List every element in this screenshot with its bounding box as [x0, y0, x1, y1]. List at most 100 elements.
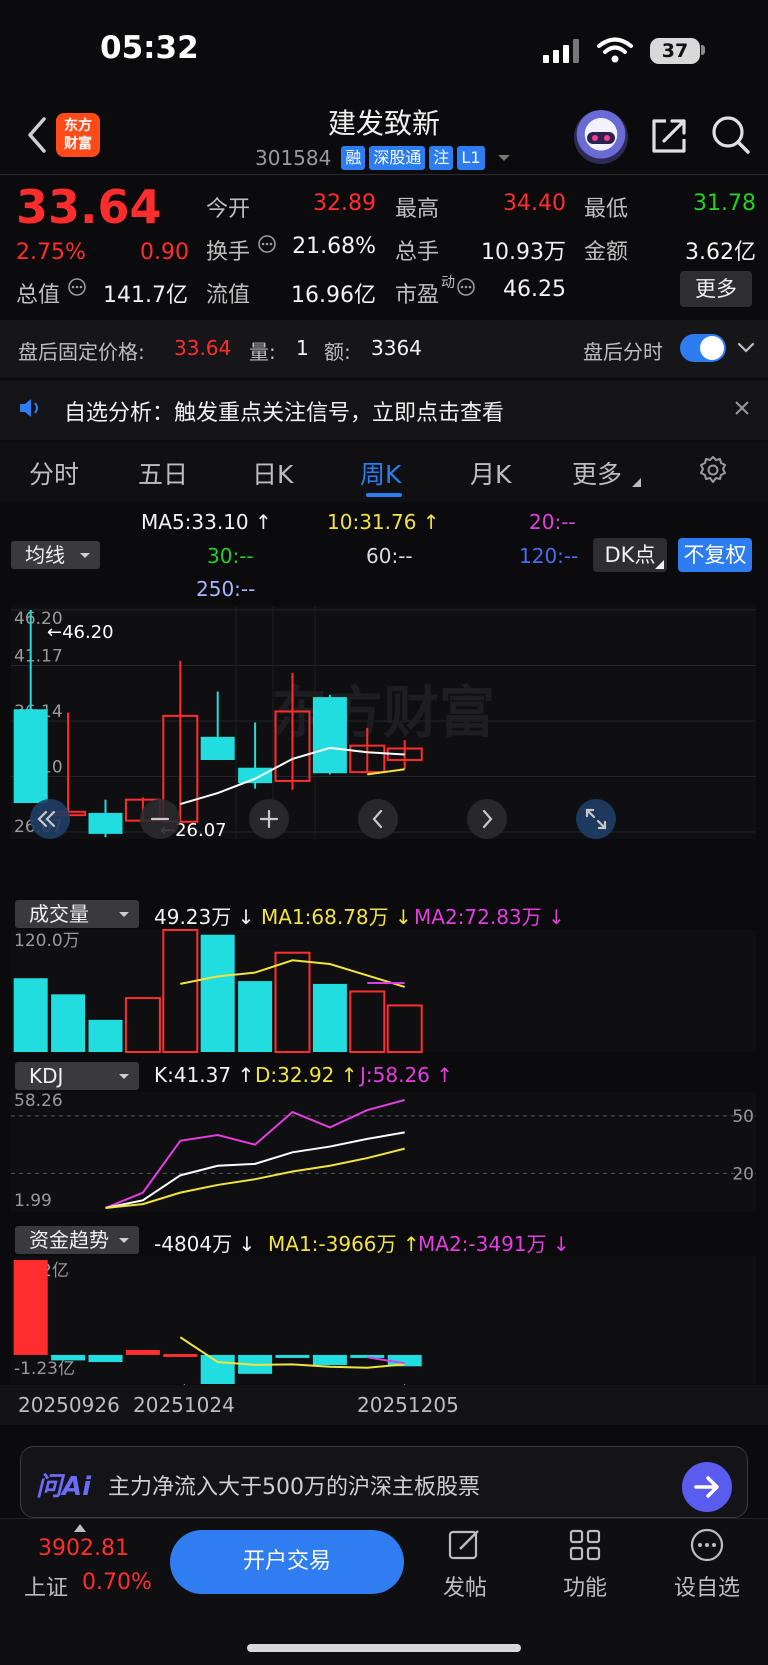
nav-add-watchlist[interactable]: 设自选 [662, 1528, 752, 1602]
fund-bar-out [200, 1354, 235, 1384]
edit-icon [448, 1530, 479, 1560]
change-amount: 0.90 [140, 240, 189, 265]
grid-icon [569, 1529, 601, 1561]
candle-down [238, 767, 273, 784]
after-hours-amount-value: 3364 [371, 336, 422, 360]
last-price: 33.64 [16, 180, 162, 234]
nav-post[interactable]: 发帖 [420, 1528, 510, 1602]
ai-prompt-text[interactable]: 主力净流入大于500万的沪深主板股票 [108, 1469, 480, 1501]
share-icon[interactable] [648, 115, 690, 157]
tab-daily-k[interactable]: 日K [252, 455, 293, 491]
ma60-label: 60:-- [366, 544, 413, 568]
pe-value: 46.25 [503, 277, 566, 302]
index-name[interactable]: 上证 [24, 1570, 68, 1602]
volume-label: 总手 [395, 240, 440, 265]
battery-icon: 37 [650, 38, 700, 64]
notice-text[interactable]: 自选分析：触发重点关注信号，立即点击查看 [64, 395, 504, 427]
ma30-label: 30:-- [207, 544, 254, 568]
tab-weekly-k[interactable]: 周K [360, 455, 401, 491]
open-value: 32.89 [313, 191, 376, 216]
search-icon[interactable] [710, 114, 752, 156]
candle-down [312, 697, 347, 774]
tab-more[interactable]: 更多 [572, 455, 622, 491]
fund-trend-value-label: -4804万 ↓ [154, 1232, 256, 1256]
candle-down [200, 736, 235, 760]
after-hours-price-value: 33.64 [174, 336, 232, 360]
caret-down-icon [497, 155, 510, 161]
corner-caret-icon [655, 560, 664, 569]
fund-bar-in [163, 1354, 198, 1358]
robot-avatar-icon[interactable] [574, 110, 628, 164]
toggle-knob [700, 336, 724, 360]
ai-brand: 问Ai [36, 1472, 92, 1502]
chevron-down-icon[interactable] [736, 338, 756, 358]
x-label-3: 20251205 [357, 1393, 459, 1417]
info-icon[interactable] [257, 234, 277, 254]
settings-gear-icon[interactable] [697, 455, 729, 487]
adjust-price-button[interactable]: 不复权 [678, 538, 752, 572]
volume-bar-down [238, 981, 273, 1052]
x-label-1: 20250926 [18, 1393, 120, 1417]
stock-code-row[interactable]: 301584 融 深股通 注 L1 [255, 144, 511, 172]
fund-bar-out [88, 1354, 123, 1363]
tab-intraday[interactable]: 分时 [29, 455, 79, 491]
max-price-label: ←46.20 [47, 622, 114, 643]
close-icon[interactable] [734, 400, 750, 416]
index-percent[interactable]: 0.70% [82, 1570, 152, 1595]
ma20-label: 20:-- [529, 510, 576, 534]
more-button[interactable]: 更多 [680, 271, 752, 307]
scroll-left-double-icon[interactable] [30, 799, 70, 839]
send-arrow-button[interactable] [682, 1462, 732, 1512]
volume-bar-down [13, 978, 48, 1052]
kdj-panel-bg [11, 1092, 756, 1212]
zoom-out-icon[interactable] [140, 799, 180, 839]
volume-value: 10.93万 [481, 240, 566, 265]
open-label: 今开 [206, 197, 251, 222]
kdj-j-label: J:58.26 ↑ [360, 1063, 454, 1087]
volume-bar-down [312, 983, 347, 1052]
tab-five-day[interactable]: 五日 [138, 455, 188, 491]
amount-value: 3.62亿 [685, 240, 756, 265]
fullscreen-icon[interactable] [576, 799, 616, 839]
ma120-label: 120:-- [519, 544, 579, 568]
fund-bar-in [125, 1349, 160, 1355]
high-label: 最高 [395, 197, 440, 222]
fund-bar-out [312, 1354, 347, 1366]
kdj-right-tick: 50 [732, 1107, 754, 1127]
open-account-trade-button[interactable]: 开户交易 [170, 1530, 404, 1594]
battery-cap [701, 45, 705, 55]
after-hours-volume-label: 量: [249, 340, 276, 364]
info-icon[interactable] [67, 277, 87, 297]
step-right-icon[interactable] [467, 799, 507, 839]
index-value[interactable]: 3902.81 [38, 1536, 129, 1561]
kline-chart[interactable]: 46.2041.1736.1431.1026.07东方财富←46.20←26.0… [0, 600, 768, 1390]
cellular-signal-icon [543, 39, 579, 63]
kdj-y-bottom: 1.99 [14, 1191, 52, 1211]
ma-dropdown[interactable]: 均线 [11, 541, 100, 569]
volume-indicator-dropdown[interactable]: 成交量 [15, 900, 139, 928]
step-left-icon-bg [358, 799, 398, 839]
stock-code: 301584 [255, 146, 332, 170]
tag-level: L1 [457, 146, 485, 170]
kdj-k-label: K:41.37 ↑ [154, 1063, 255, 1087]
candle-down [88, 812, 123, 834]
ma250-label: 250:-- [196, 577, 256, 601]
kdj-indicator-dropdown[interactable]: KDJ [15, 1062, 139, 1090]
info-icon[interactable] [456, 277, 476, 297]
total-cap-label: 总值 [16, 283, 61, 308]
total-cap-value: 141.7亿 [103, 283, 188, 308]
fund-bar-in [13, 1260, 48, 1355]
wifi-icon [597, 37, 633, 63]
step-left-icon[interactable] [358, 799, 398, 839]
change-percent: 2.75% [16, 240, 86, 265]
zoom-in-icon[interactable] [249, 799, 289, 839]
nav-functions[interactable]: 功能 [540, 1528, 630, 1602]
after-hours-chart-label: 盘后分时 [583, 340, 663, 364]
pe-superscript: 动 [441, 275, 455, 291]
float-cap-label: 流值 [206, 283, 251, 308]
volume-bar-down [51, 994, 86, 1052]
fund-y-bottom: -1.23亿 [14, 1359, 75, 1379]
tab-monthly-k[interactable]: 月K [470, 455, 511, 491]
fund-trend-dropdown[interactable]: 资金趋势 [15, 1226, 139, 1254]
fund-trend-ma2-label: MA2:-3491万 ↓ [418, 1232, 570, 1256]
